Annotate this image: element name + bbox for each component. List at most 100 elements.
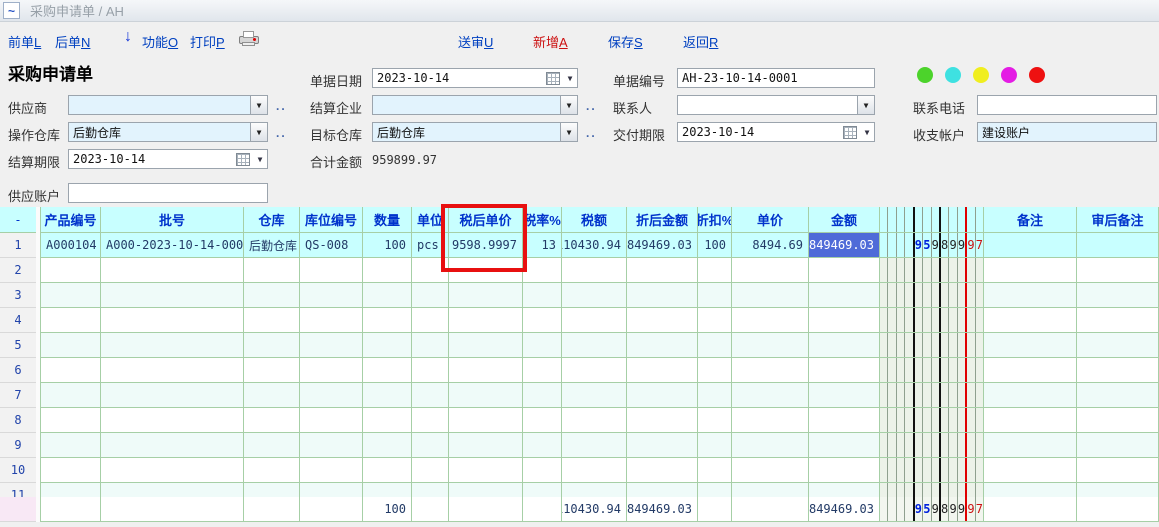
cell-batch_no[interactable]: [101, 408, 244, 433]
cell-discount[interactable]: [698, 308, 732, 333]
cell-tax_rate[interactable]: [523, 308, 562, 333]
cell-tax_amount[interactable]: [562, 483, 627, 497]
cell-warehouse[interactable]: 后勤仓库: [244, 233, 300, 258]
cell-discounted_amount[interactable]: [627, 383, 698, 408]
cell-amount[interactable]: [809, 433, 880, 458]
cell-unit_price[interactable]: [732, 408, 809, 433]
contact-combo[interactable]: ▼: [677, 95, 875, 115]
cell-product_code[interactable]: [40, 408, 101, 433]
cell-price_after_tax[interactable]: [449, 433, 523, 458]
cell-remark[interactable]: [984, 233, 1077, 258]
cell-discount[interactable]: [698, 433, 732, 458]
payment-account-field[interactable]: 建设账户: [977, 122, 1157, 142]
supplier-lookup-dots[interactable]: ..: [276, 99, 287, 113]
cell-amount[interactable]: [809, 408, 880, 433]
cell-tax_amount[interactable]: [562, 358, 627, 383]
cell-discount[interactable]: [698, 258, 732, 283]
cell-post_audit_remark[interactable]: [1077, 458, 1159, 483]
printer-icon[interactable]: [239, 31, 259, 47]
cell-product_code[interactable]: [40, 283, 101, 308]
cell-discount[interactable]: [698, 358, 732, 383]
cell-location_code[interactable]: [300, 433, 363, 458]
chevron-down-icon[interactable]: ▼: [250, 96, 267, 114]
cell-price_after_tax[interactable]: [449, 408, 523, 433]
cell-warehouse[interactable]: [244, 483, 300, 497]
cell-unit[interactable]: [412, 358, 449, 383]
cell-batch_no[interactable]: [101, 258, 244, 283]
cell-product_code[interactable]: [40, 358, 101, 383]
cell-price_after_tax[interactable]: [449, 283, 523, 308]
cell-ledger[interactable]: [880, 258, 984, 283]
cell-remark[interactable]: [984, 408, 1077, 433]
cell-warehouse[interactable]: [244, 333, 300, 358]
cell-discounted_amount[interactable]: [627, 283, 698, 308]
cell-warehouse[interactable]: [244, 308, 300, 333]
target-warehouse-combo[interactable]: 后勤仓库 ▼: [372, 122, 578, 142]
row-selector[interactable]: 1: [0, 233, 36, 258]
cell-warehouse[interactable]: [244, 458, 300, 483]
cell-location_code[interactable]: [300, 333, 363, 358]
status-dot-3[interactable]: [973, 67, 989, 83]
cell-price_after_tax[interactable]: 9598.9997: [449, 233, 523, 258]
cell-ledger[interactable]: [880, 433, 984, 458]
cell-post_audit_remark[interactable]: [1077, 433, 1159, 458]
cell-tax_rate[interactable]: [523, 258, 562, 283]
row-selector[interactable]: 9: [0, 433, 36, 458]
row-selector[interactable]: 8: [0, 408, 36, 433]
row-selector[interactable]: 5: [0, 333, 36, 358]
prev-doc-button[interactable]: 前单L: [8, 32, 41, 51]
cell-unit_price[interactable]: [732, 308, 809, 333]
target-warehouse-lookup-dots[interactable]: ..: [586, 126, 597, 140]
cell-price_after_tax[interactable]: [449, 458, 523, 483]
cell-batch_no[interactable]: [101, 283, 244, 308]
op-warehouse-lookup-dots[interactable]: ..: [276, 126, 287, 140]
cell-remark[interactable]: [984, 483, 1077, 497]
chevron-down-icon[interactable]: ▼: [563, 74, 577, 83]
cell-warehouse[interactable]: [244, 433, 300, 458]
cell-unit_price[interactable]: 8494.69: [732, 233, 809, 258]
cell-amount[interactable]: [809, 308, 880, 333]
cell-location_code[interactable]: [300, 283, 363, 308]
calendar-icon[interactable]: [843, 126, 857, 139]
chevron-down-icon[interactable]: ▼: [860, 128, 874, 137]
doc-no-field[interactable]: AH-23-10-14-0001: [677, 68, 875, 88]
cell-tax_rate[interactable]: [523, 358, 562, 383]
cell-post_audit_remark[interactable]: [1077, 383, 1159, 408]
cell-product_code[interactable]: A000104: [40, 233, 101, 258]
chevron-down-icon[interactable]: ▼: [250, 123, 267, 141]
cell-product_code[interactable]: [40, 458, 101, 483]
cell-ledger[interactable]: 95989997: [880, 233, 984, 258]
cell-quantity[interactable]: [363, 433, 412, 458]
cell-discount[interactable]: [698, 283, 732, 308]
cell-post_audit_remark[interactable]: [1077, 333, 1159, 358]
status-dot-5[interactable]: [1029, 67, 1045, 83]
cell-batch_no[interactable]: [101, 433, 244, 458]
cell-remark[interactable]: [984, 358, 1077, 383]
supplier-combo[interactable]: ▼: [68, 95, 268, 115]
cell-unit_price[interactable]: [732, 283, 809, 308]
settle-deadline-field[interactable]: 2023-10-14 ▼: [68, 149, 268, 169]
row-selector[interactable]: 6: [0, 358, 36, 383]
cell-unit_price[interactable]: [732, 383, 809, 408]
cell-remark[interactable]: [984, 433, 1077, 458]
cell-amount[interactable]: [809, 258, 880, 283]
cell-tax_amount[interactable]: [562, 333, 627, 358]
cell-product_code[interactable]: [40, 483, 101, 497]
doc-date-field[interactable]: 2023-10-14 ▼: [372, 68, 578, 88]
cell-tax_amount[interactable]: [562, 383, 627, 408]
cell-amount[interactable]: [809, 283, 880, 308]
cell-price_after_tax[interactable]: [449, 333, 523, 358]
cell-unit[interactable]: [412, 483, 449, 497]
cell-tax_rate[interactable]: [523, 283, 562, 308]
row-selector[interactable]: 10: [0, 458, 36, 483]
cell-unit_price[interactable]: [732, 433, 809, 458]
cell-discounted_amount[interactable]: [627, 258, 698, 283]
cell-discounted_amount[interactable]: [627, 408, 698, 433]
cell-batch_no[interactable]: [101, 358, 244, 383]
cell-post_audit_remark[interactable]: [1077, 358, 1159, 383]
cell-quantity[interactable]: 100: [363, 233, 412, 258]
cell-quantity[interactable]: [363, 408, 412, 433]
status-dot-2[interactable]: [945, 67, 961, 83]
cell-discount[interactable]: [698, 333, 732, 358]
cell-price_after_tax[interactable]: [449, 358, 523, 383]
